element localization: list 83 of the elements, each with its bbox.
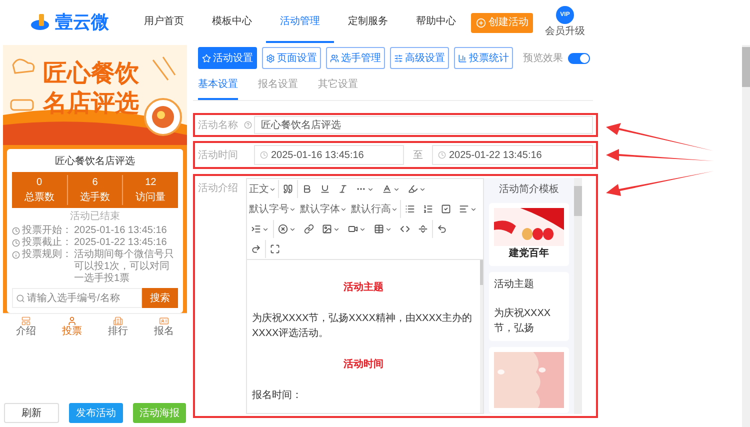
- settings-tab[interactable]: 选手管理: [326, 47, 385, 69]
- status-text: 活动已结束: [69, 210, 121, 224]
- content-paragraph: 为庆祝XXXX节，弘扬XXXX精神，由XXXX主办的XXXX评选活动。: [252, 312, 474, 341]
- field-label: 活动介绍: [198, 182, 239, 196]
- bar-chart-icon: [458, 54, 467, 62]
- bottom-tab[interactable]: 投票: [49, 316, 95, 337]
- search-button[interactable]: 搜索: [142, 288, 178, 308]
- stat-label: 选手数: [80, 190, 110, 205]
- search-field[interactable]: 请输入选手编号/名称: [12, 288, 142, 308]
- template-caption: 建党百年: [508, 246, 550, 261]
- logo-icon: [30, 12, 52, 32]
- bottom-tab[interactable]: 报名: [141, 316, 187, 337]
- date-field[interactable]: 2025-01-22 13:45:16: [432, 145, 593, 165]
- content-paragraph: 报名时间：: [252, 388, 303, 403]
- range-separator: 至: [412, 148, 424, 162]
- field-label: 活动名称: [198, 118, 239, 132]
- activity-title: 匠心餐饮名店评选: [54, 154, 136, 169]
- caret-icon: [269, 186, 276, 192]
- sliders-icon: [394, 54, 403, 62]
- nav-link[interactable]: 活动管理: [266, 2, 334, 43]
- content-heading: 活动时间: [342, 358, 384, 372]
- vip-label: 会员升级: [545, 24, 585, 39]
- layout-icon: [21, 316, 31, 326]
- plus-icon: [476, 18, 486, 28]
- star-icon: [202, 54, 211, 62]
- panel-title: 活动简介模板: [498, 182, 559, 197]
- clock-icon: [12, 227, 20, 235]
- info-value: 2025-01-22 13:45:16: [74, 237, 167, 248]
- template-card[interactable]: 活动主题 为庆祝XXXX节，弘扬: [488, 272, 569, 341]
- scrollbar[interactable]: [742, 45, 750, 427]
- banner-title: 匠心餐饮: [43, 59, 140, 89]
- field-label: 活动时间: [198, 148, 239, 162]
- format-dropdown[interactable]: 默认行高: [349, 202, 400, 216]
- bottom-tab[interactable]: 介绍: [3, 316, 49, 337]
- clock-icon: [12, 239, 20, 247]
- gear-icon: [266, 54, 275, 62]
- format-dropdown[interactable]: 正文: [247, 182, 278, 196]
- info-label: 投票截止：: [22, 237, 72, 248]
- scrollbar[interactable]: [574, 178, 582, 414]
- date-field[interactable]: 2025-01-16 13:45:16: [254, 145, 404, 165]
- preview-switch[interactable]: [568, 52, 590, 64]
- stat-label: 访问量: [136, 190, 166, 205]
- clock-icon: [260, 151, 268, 159]
- template-heading: 活动主题: [494, 278, 535, 292]
- bottom-tab[interactable]: 排行: [95, 316, 141, 337]
- format-dropdown[interactable]: 默认字号: [247, 202, 298, 216]
- stat-value: 0: [36, 176, 42, 190]
- clock-icon: [438, 151, 446, 159]
- info-icon: [12, 251, 20, 259]
- nav-link[interactable]: 模板中心: [198, 2, 266, 43]
- toggle-label: 预览效果: [523, 52, 563, 66]
- sub-tab[interactable]: 基本设置: [198, 77, 238, 100]
- settings-tab[interactable]: 活动设置: [198, 47, 257, 69]
- settings-tab[interactable]: 投票统计: [454, 47, 513, 69]
- name-field[interactable]: 匠心餐饮名店评选: [254, 116, 593, 134]
- format-dropdown[interactable]: 默认字体: [298, 202, 349, 216]
- rich-editor[interactable]: 正文 默认字号 默认字体 默认行高 活动主题 为庆祝XXXX节，弘扬XXXX精神，由XXXX主办的XXXX评选活动。 活动时间 报名时间：: [246, 178, 484, 414]
- template-card[interactable]: 建党百年: [488, 203, 569, 266]
- caret-icon: [289, 206, 296, 212]
- stat-value: 6: [92, 176, 98, 190]
- building-icon: [113, 316, 123, 326]
- logo-text: 壹云微: [55, 11, 109, 34]
- action-button[interactable]: 发布活动: [69, 403, 123, 423]
- settings-tab[interactable]: 高级设置: [390, 47, 449, 69]
- settings-tab[interactable]: 页面设置: [262, 47, 321, 69]
- id-card-icon: [159, 316, 169, 326]
- person-icon: [67, 316, 77, 326]
- search-icon: [16, 294, 25, 302]
- stat-label: 总票数: [24, 190, 54, 205]
- nav-link[interactable]: 定制服务: [334, 2, 402, 43]
- info-label: 投票规则：: [22, 249, 72, 262]
- info-value: 活动期间每个微信号只可以投1次，可以对同一选手投1票: [74, 249, 175, 285]
- users-icon: [330, 54, 339, 62]
- action-button[interactable]: 刷新: [4, 403, 60, 423]
- content-heading: 活动主题: [342, 280, 384, 295]
- caret-icon: [340, 206, 347, 212]
- template-text: 为庆祝XXXX节，弘扬: [494, 306, 552, 336]
- info-value: 2025-01-16 13:45:16: [74, 225, 167, 237]
- stat-value: 12: [145, 176, 156, 190]
- caret-icon: [391, 206, 398, 212]
- info-label: 投票开始：: [22, 225, 72, 236]
- nav-link[interactable]: 用户首页: [130, 2, 198, 43]
- nav-link[interactable]: 帮助中心: [402, 2, 470, 43]
